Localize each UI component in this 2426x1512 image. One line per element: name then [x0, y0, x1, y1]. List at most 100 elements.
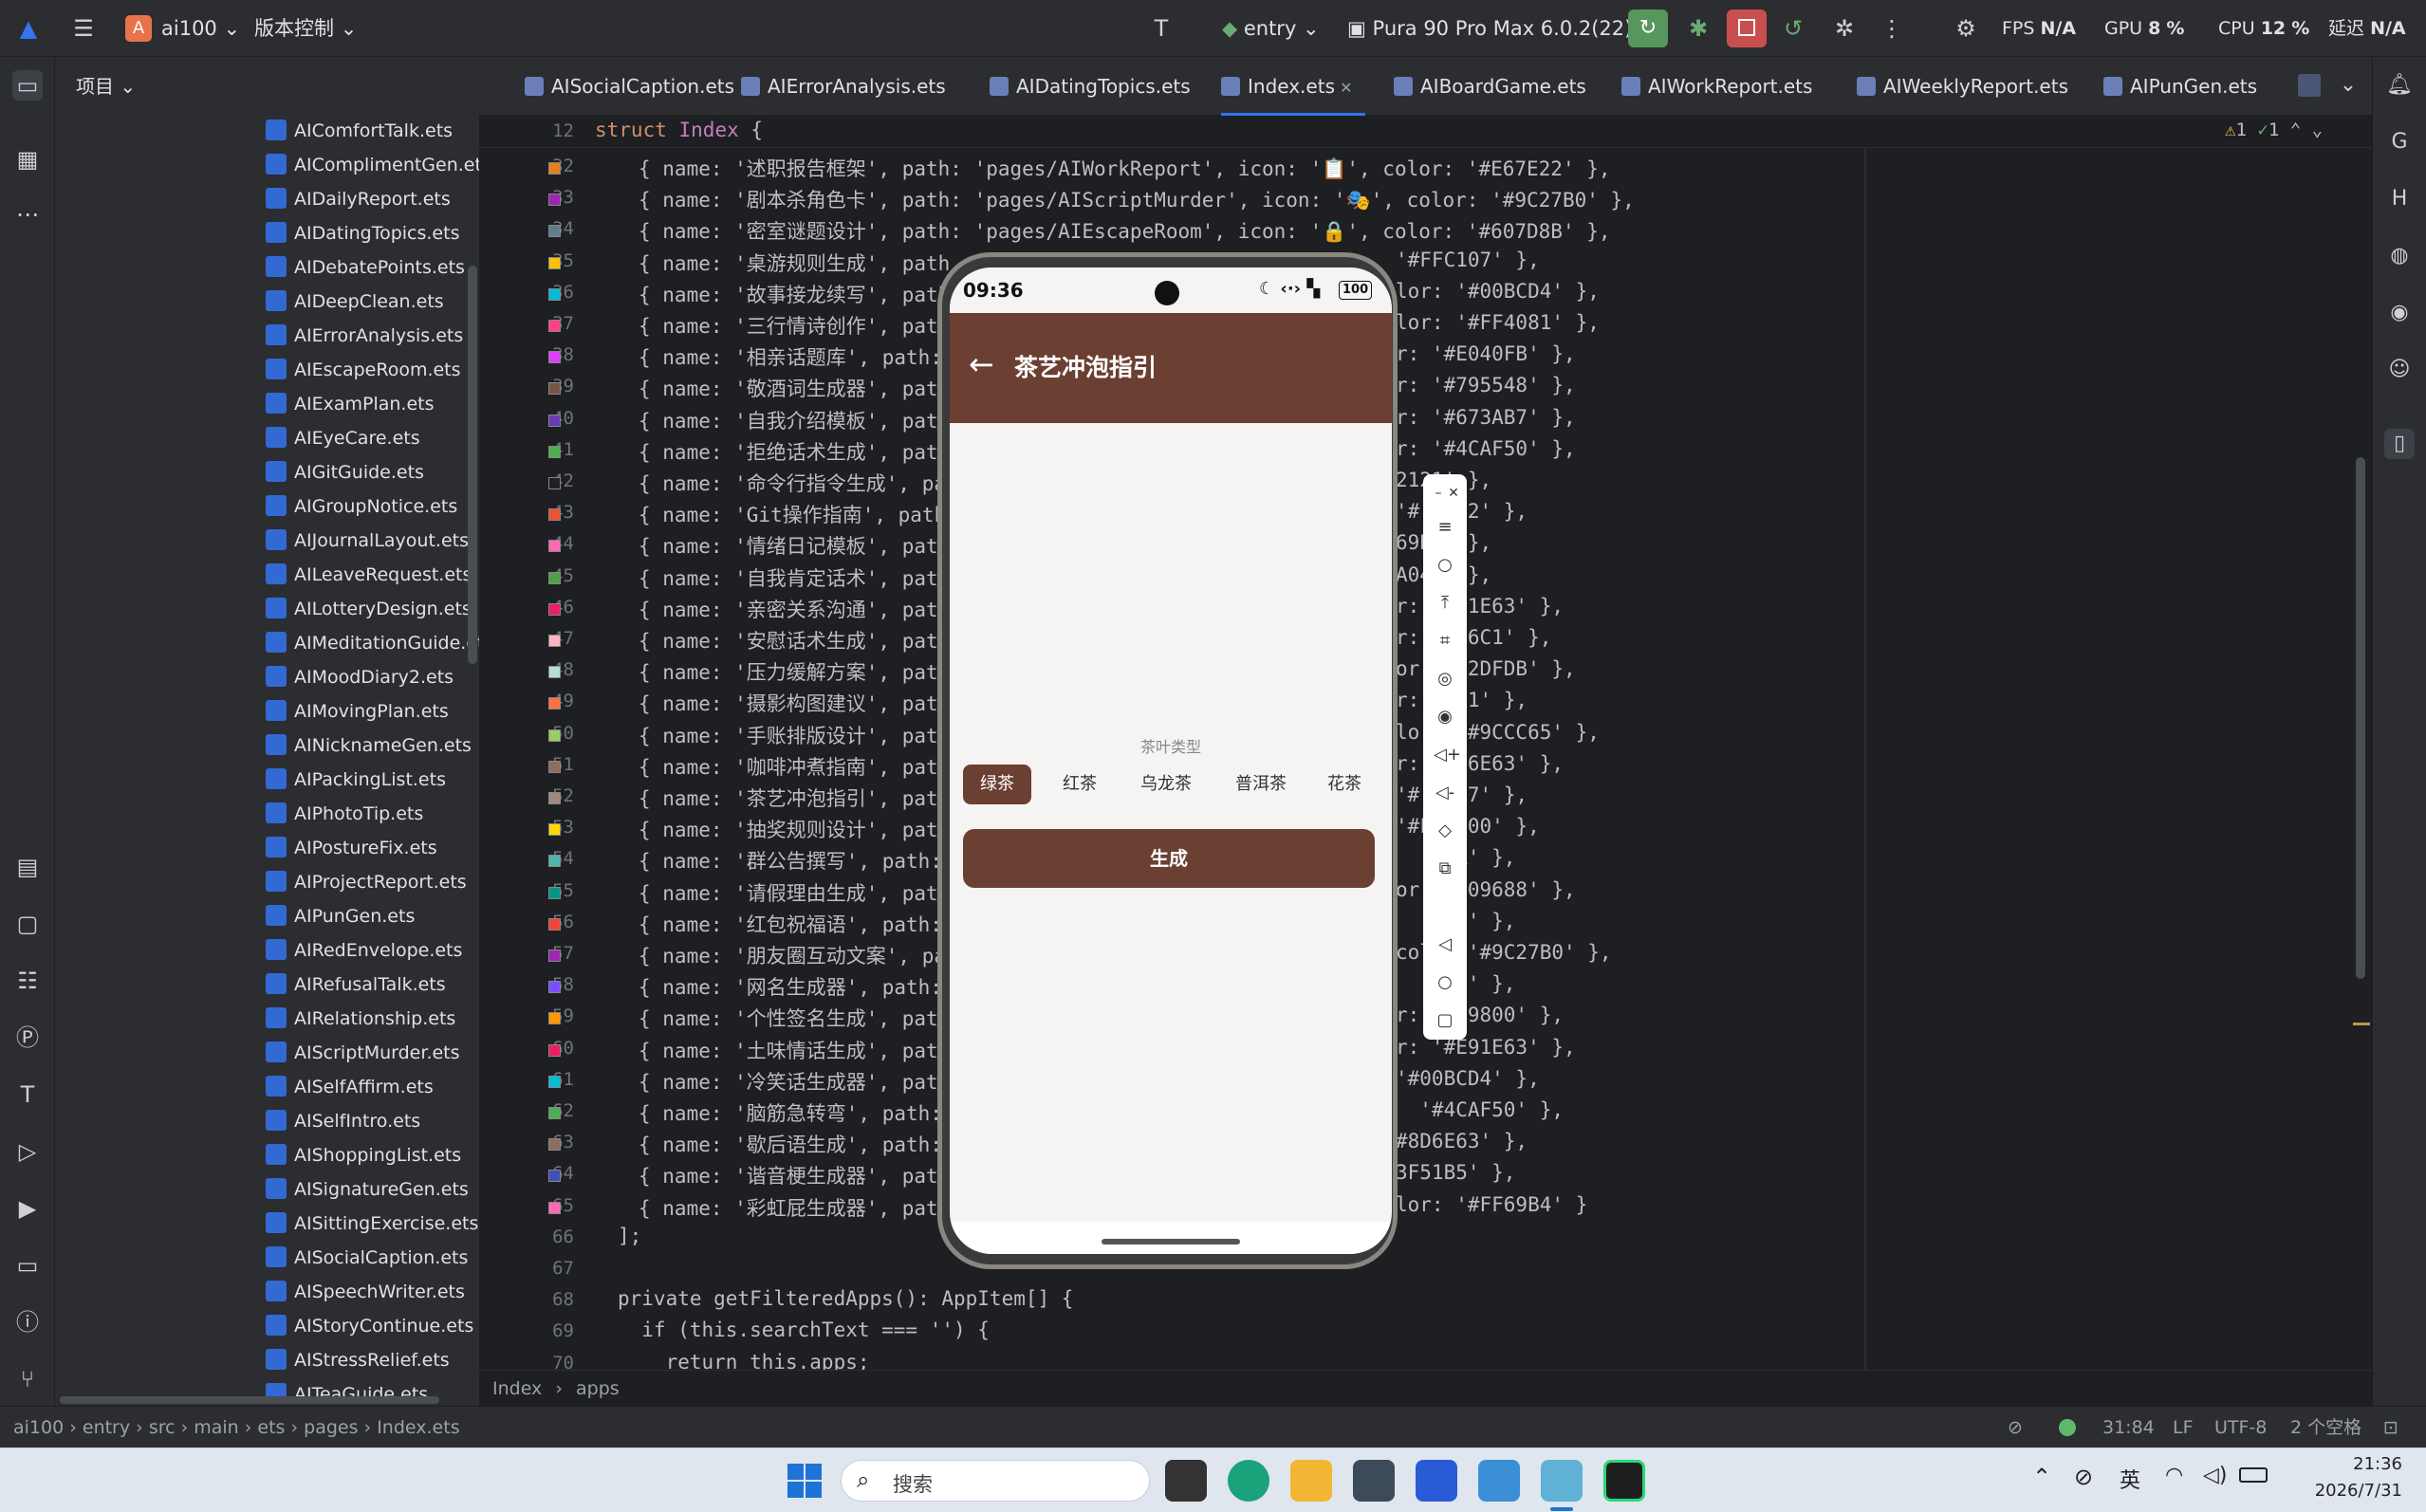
device-dropdown[interactable]: ▣ Pura 90 Pro Max 6.0.2(22) ⌄: [1347, 0, 1656, 57]
cursor-position[interactable]: 31:84: [2102, 1407, 2155, 1448]
color-swatch[interactable]: [548, 382, 561, 396]
color-swatch[interactable]: [548, 792, 561, 804]
run-icon[interactable]: ▶: [12, 1193, 43, 1224]
tab-aisocialcaption[interactable]: AISocialCaption.ets: [525, 57, 734, 116]
editor-scrollbar[interactable]: [2356, 457, 2365, 979]
wifi-icon[interactable]: ◠: [2165, 1464, 2183, 1487]
color-swatch[interactable]: [548, 1043, 561, 1057]
color-swatch[interactable]: [548, 760, 561, 773]
menu-icon[interactable]: ≡: [1434, 516, 1456, 539]
color-swatch[interactable]: [548, 855, 561, 868]
home-icon[interactable]: ○: [1434, 971, 1456, 994]
project-folder-icon[interactable]: ▭: [12, 70, 43, 101]
structure-icon[interactable]: ▦: [12, 144, 43, 175]
file-tree-item[interactable]: AIRedEnvelope.ets: [266, 933, 462, 968]
problems-icon[interactable]: ⓘ: [12, 1307, 43, 1337]
speaker-icon[interactable]: ◁): [2203, 1464, 2228, 1487]
color-swatch[interactable]: [548, 666, 561, 679]
file-tree-item[interactable]: AISelfAffirm.ets: [266, 1070, 434, 1104]
color-swatch[interactable]: [548, 351, 561, 364]
screenshot-icon[interactable]: ⧉: [1434, 857, 1456, 880]
pin-top-icon[interactable]: ⤒: [1434, 592, 1456, 615]
build-icon[interactable]: T: [12, 1079, 43, 1110]
color-swatch[interactable]: [548, 571, 561, 584]
rerun-icon[interactable]: ↻: [1628, 9, 1668, 47]
tab-aipungen[interactable]: AIPunGen.ets: [2103, 57, 2257, 116]
color-swatch[interactable]: [548, 981, 561, 994]
file-tree-item[interactable]: AIDebatePoints.ets: [266, 250, 465, 285]
color-swatch[interactable]: [548, 414, 561, 427]
back-arrow-icon[interactable]: ←: [969, 345, 994, 383]
app-cube-icon[interactable]: [1353, 1460, 1395, 1502]
debug-icon[interactable]: ✱: [1683, 13, 1713, 44]
windows-start-icon[interactable]: [784, 1460, 825, 1502]
taskbar-search[interactable]: ⌕ 搜索: [841, 1460, 1150, 1502]
run-config-dropdown[interactable]: ◆ entry ⌄: [1222, 0, 1320, 57]
color-swatch[interactable]: [548, 602, 561, 616]
color-swatch[interactable]: [548, 697, 561, 710]
tea-chip[interactable]: 红茶: [1045, 765, 1115, 804]
layout-icon[interactable]: ☷: [12, 966, 43, 996]
close-icon[interactable]: ✕: [1442, 482, 1465, 505]
path-segment[interactable]: ai100: [13, 1417, 64, 1438]
file-tree-item[interactable]: AIExamPlan.ets: [266, 387, 435, 421]
color-swatch[interactable]: [548, 225, 561, 238]
file-tree-item[interactable]: AILeaveRequest.ets: [266, 558, 472, 592]
indent-setting[interactable]: 2 个空格: [2290, 1407, 2361, 1448]
clock-time[interactable]: 21:36: [2323, 1454, 2402, 1474]
color-swatch[interactable]: [548, 1170, 561, 1183]
path-segment[interactable]: src: [149, 1417, 176, 1438]
color-swatch[interactable]: [548, 287, 561, 301]
file-tree-item[interactable]: AISelfIntro.ets: [266, 1104, 420, 1138]
tab-aiworkreport[interactable]: AIWorkReport.ets: [1621, 57, 1812, 116]
settings-gear-icon[interactable]: ⚙: [1951, 13, 1981, 44]
color-swatch[interactable]: [548, 194, 561, 207]
color-swatch[interactable]: [548, 320, 561, 332]
file-tree-item[interactable]: AIStressRelief.ets: [266, 1343, 450, 1377]
recents-icon[interactable]: ▢: [1434, 1009, 1456, 1032]
clock-date[interactable]: 2026/7/31: [2288, 1481, 2402, 1501]
harmony-icon[interactable]: H: [2384, 184, 2415, 214]
terminal-icon[interactable]: ▭: [12, 1250, 43, 1281]
path-segment[interactable]: pages: [304, 1417, 358, 1438]
back-icon[interactable]: ◁: [1434, 933, 1456, 956]
location-icon[interactable]: ◉: [1434, 706, 1456, 728]
file-tree-item[interactable]: AIPhotoTip.ets: [266, 797, 423, 831]
build-tool-icon[interactable]: T: [1146, 13, 1176, 44]
codegenie-icon[interactable]: G: [2384, 127, 2415, 157]
tab-aierroranalysis[interactable]: AIErrorAnalysis.ets: [741, 57, 946, 116]
inspection-widget[interactable]: ⚠1 ✓1 ⌃ ⌄: [2225, 120, 2323, 140]
tea-chip[interactable]: 乌龙茶: [1124, 765, 1208, 804]
file-tree-h-scrollbar[interactable]: [60, 1396, 439, 1404]
color-swatch[interactable]: [548, 1075, 561, 1088]
color-swatch[interactable]: [548, 445, 561, 458]
tea-chip[interactable]: 普洱茶: [1217, 765, 1305, 804]
fold-icon[interactable]: ◇: [1434, 820, 1456, 842]
file-tree-item[interactable]: AIMovingPlan.ets: [266, 694, 449, 728]
next-highlight-icon[interactable]: ⌄: [2312, 120, 2323, 140]
file-tree-item[interactable]: AIMoodDiary2.ets: [266, 660, 454, 694]
volume-down-icon[interactable]: ◁-: [1434, 782, 1456, 804]
path-segment[interactable]: entry: [83, 1417, 130, 1438]
file-tree-item[interactable]: AIMeditationGuide.ets: [266, 626, 493, 660]
file-tree-item[interactable]: AINicknameGen.ets: [266, 728, 472, 763]
file-tree-item[interactable]: AIRelationship.ets: [266, 1002, 455, 1036]
file-tree-item[interactable]: AIEyeCare.ets: [266, 421, 420, 455]
git-icon[interactable]: ⑂: [12, 1364, 43, 1394]
color-swatch[interactable]: [548, 728, 561, 742]
generate-button[interactable]: 生成: [963, 829, 1375, 888]
file-tree-item[interactable]: AIScriptMurder.ets: [266, 1036, 460, 1070]
tea-chip[interactable]: 绿茶: [963, 765, 1031, 804]
color-swatch[interactable]: [548, 950, 561, 962]
file-tree-item[interactable]: AISignatureGen.ets: [266, 1172, 469, 1207]
eye-icon[interactable]: ◉: [2384, 298, 2415, 328]
tab-aidatingtopics[interactable]: AIDatingTopics.ets: [990, 57, 1191, 116]
file-tree-item[interactable]: AIErrorAnalysis.ets: [266, 319, 463, 353]
tray-chevron-up-icon[interactable]: ⌃: [2032, 1464, 2051, 1490]
color-swatch[interactable]: [548, 1107, 561, 1119]
stop-icon[interactable]: [1727, 9, 1767, 47]
color-swatch[interactable]: [548, 162, 561, 175]
profiler-icon[interactable]: Ⓟ: [12, 1023, 43, 1053]
file-tree-item[interactable]: AIGitGuide.ets: [266, 455, 424, 489]
file-tree-item[interactable]: AIRefusalTalk.ets: [266, 968, 446, 1002]
